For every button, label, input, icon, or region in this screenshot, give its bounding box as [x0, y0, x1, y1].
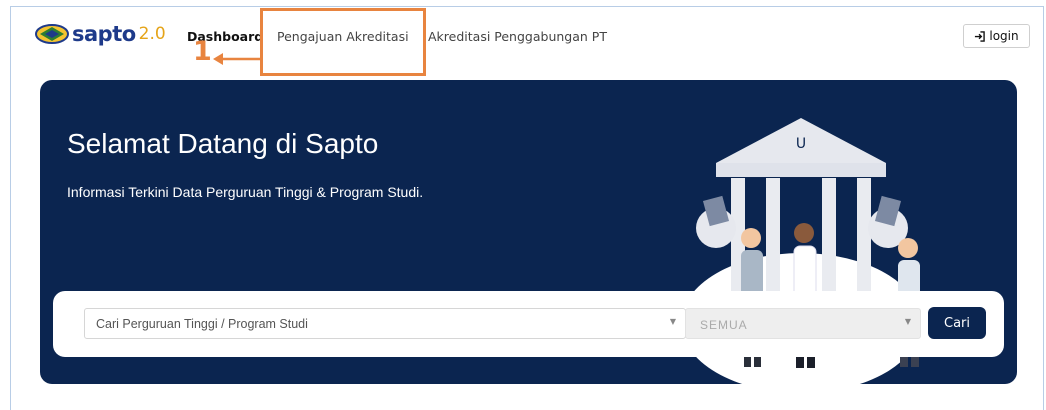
brand-logo[interactable]: sapto 2.0: [34, 22, 166, 46]
nav-akreditasi-penggabungan-pt[interactable]: Akreditasi Penggabungan PT: [428, 29, 607, 44]
annotation-arrow-icon: [213, 53, 260, 65]
search-select[interactable]: Cari Perguruan Tinggi / Program Studi ▼: [84, 308, 686, 339]
category-value: SEMUA: [700, 318, 748, 332]
login-label: login: [989, 29, 1019, 43]
brand-version: 2.0: [138, 24, 166, 44]
search-button[interactable]: Cari: [928, 307, 986, 339]
annotation-highlight-box: [260, 8, 426, 76]
annotation-number: 1: [193, 36, 212, 67]
search-placeholder: Cari Perguruan Tinggi / Program Studi: [96, 317, 308, 331]
sapto-logo-icon: [35, 24, 69, 44]
category-select[interactable]: SEMUA ▼: [685, 308, 921, 339]
hero-subtitle: Informasi Terkini Data Perguruan Tinggi …: [67, 184, 424, 200]
search-card: Cari Perguruan Tinggi / Program Studi ▼ …: [53, 291, 1004, 357]
sign-in-icon: [975, 30, 986, 42]
svg-text:U: U: [796, 136, 806, 152]
login-button[interactable]: login: [963, 24, 1030, 48]
hero-title: Selamat Datang di Sapto: [67, 128, 379, 159]
chevron-down-icon: ▼: [904, 317, 911, 326]
navbar: sapto 2.0 Dashboard Pengajuan Akreditasi…: [0, 0, 1046, 76]
chevron-down-icon: ▼: [669, 317, 676, 326]
brand-name: sapto: [72, 22, 136, 46]
